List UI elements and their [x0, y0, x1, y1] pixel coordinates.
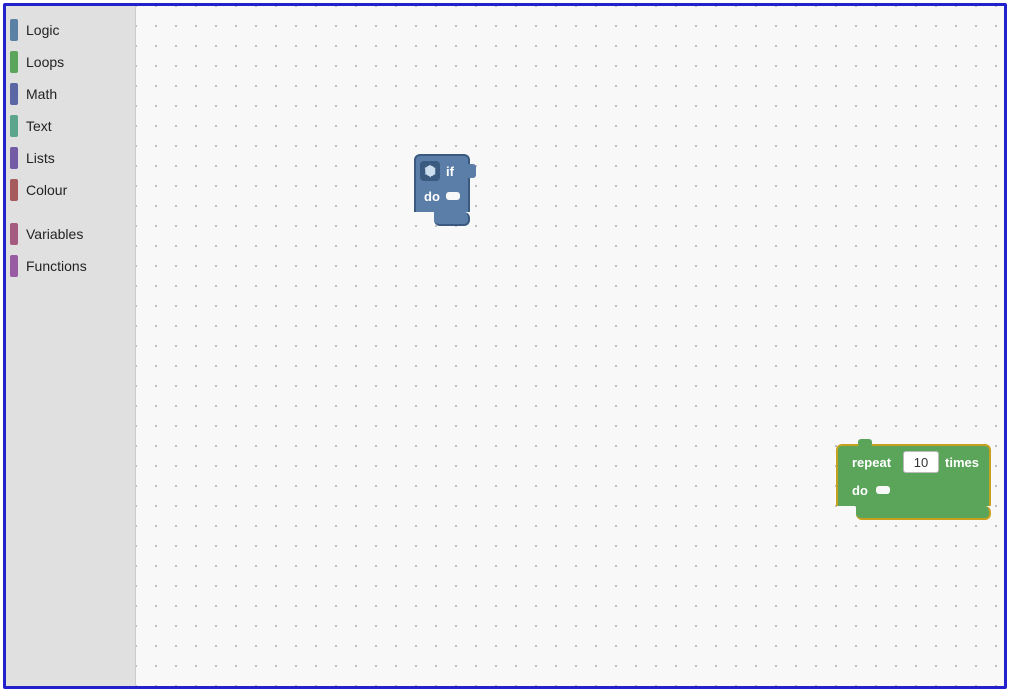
repeat-inner-notch	[876, 486, 890, 494]
repeat-prefix-label: repeat	[852, 455, 891, 470]
if-do-row: do	[414, 186, 470, 212]
gear-icon[interactable]	[420, 161, 440, 181]
repeat-do-label: do	[852, 483, 868, 498]
repeat-value-input[interactable]: 10	[903, 451, 939, 473]
if-bottom	[434, 212, 470, 226]
sidebar-label-colour: Colour	[26, 182, 67, 198]
if-block[interactable]: if do	[414, 154, 470, 226]
sidebar-item-lists[interactable]: Lists	[6, 142, 135, 174]
sidebar-label-math: Math	[26, 86, 57, 102]
if-top-row: if	[414, 154, 470, 186]
sidebar-color-lists	[10, 147, 18, 169]
if-do-label: do	[424, 189, 440, 204]
sidebar-color-variables	[10, 223, 18, 245]
sidebar-label-loops: Loops	[26, 54, 64, 70]
sidebar-item-colour[interactable]: Colour	[6, 174, 135, 206]
sidebar-item-functions[interactable]: Functions	[6, 250, 135, 282]
canvas-area[interactable]: if do repeat 10 times do	[136, 6, 1004, 686]
sidebar-item-math[interactable]: Math	[6, 78, 135, 110]
repeat-block[interactable]: repeat 10 times do	[836, 444, 991, 520]
repeat-value: 10	[914, 455, 928, 470]
app-container: Logic Loops Math Text Lists Colour Variables Fu…	[3, 3, 1007, 689]
sidebar-label-variables: Variables	[26, 226, 83, 242]
sidebar-color-loops	[10, 51, 18, 73]
repeat-suffix-label: times	[945, 455, 979, 470]
sidebar-item-text[interactable]: Text	[6, 110, 135, 142]
sidebar-label-lists: Lists	[26, 150, 55, 166]
sidebar-label-functions: Functions	[26, 258, 87, 274]
sidebar-item-loops[interactable]: Loops	[6, 46, 135, 78]
repeat-top-bump	[858, 439, 872, 447]
sidebar-color-math	[10, 83, 18, 105]
if-label: if	[446, 164, 454, 179]
if-inner-notch	[446, 192, 460, 200]
sidebar-color-functions	[10, 255, 18, 277]
sidebar-label-text: Text	[26, 118, 52, 134]
sidebar-color-logic	[10, 19, 18, 41]
sidebar-label-logic: Logic	[26, 22, 59, 38]
sidebar: Logic Loops Math Text Lists Colour Variables Fu…	[6, 6, 136, 686]
repeat-bottom	[856, 506, 991, 520]
repeat-top-row: repeat 10 times	[836, 444, 991, 478]
sidebar-color-colour	[10, 179, 18, 201]
sidebar-color-text	[10, 115, 18, 137]
sidebar-item-variables[interactable]: Variables	[6, 218, 135, 250]
sidebar-item-logic[interactable]: Logic	[6, 14, 135, 46]
repeat-do-row: do	[836, 478, 991, 506]
